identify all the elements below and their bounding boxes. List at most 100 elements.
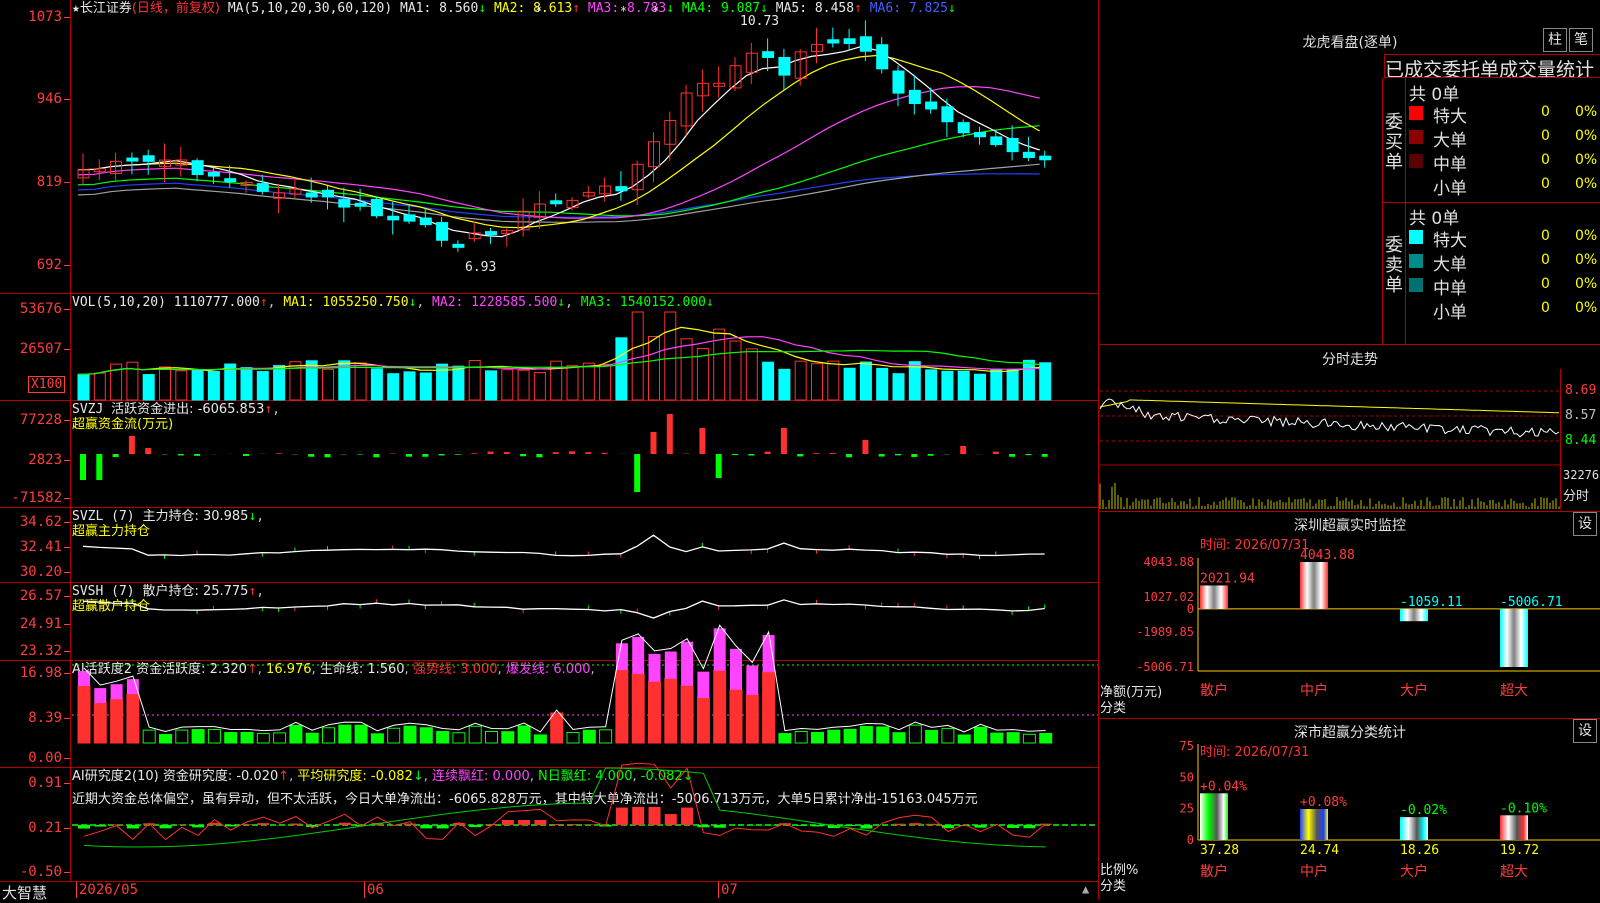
row-value: 0 [1541,228,1550,244]
svzj-y-axis: 77228 2823 -71582 [0,401,71,507]
activity-bar-top [665,652,677,679]
candle-body [257,184,268,192]
activity-bar [746,695,758,743]
activity-bar [860,726,872,743]
research-bar [78,825,90,829]
svzj-chart[interactable] [72,401,1098,507]
flow-bar [80,454,86,480]
activity-bar-top [94,688,106,703]
research-bar [649,807,661,825]
volume-panel[interactable]: 53676 26507 X100 VOL(5,10,20) 1110777.00… [0,294,1098,401]
volume-bar [616,338,627,400]
candle-body [828,40,839,43]
y-tick: 16.98 [0,666,62,680]
row-value: 0 [1541,128,1550,144]
activity-bar [567,733,579,743]
svzl-panel[interactable]: 34.62 32.41 30.20 SVZL (7) 主力持仓: 30.985↓… [0,508,1098,583]
activity-bar [176,730,188,743]
avg-research-line [84,768,1046,847]
intraday-panel[interactable]: 分时走势 8.69 8.57 8.44 32276 分时 [1100,345,1600,512]
category-label: 大户 [1400,682,1428,699]
research-bar [127,825,139,828]
y-tick: 8.57 [1565,408,1596,423]
ai-activity-chart[interactable] [72,661,1098,767]
activity-bar-top [714,628,726,670]
row-label: 大单 [1433,126,1467,151]
candle-body [404,215,415,221]
bar-mode-button[interactable]: 柱 [1543,28,1567,52]
svzl-y-axis: 34.62 32.41 30.20 [0,508,71,582]
flow-bar [194,454,200,456]
activity-bar [600,730,612,743]
flow-bar [308,454,314,457]
activity-bar [958,735,970,743]
bar-value-label: 24.74 [1300,843,1339,858]
candle-body [339,200,350,207]
activity-bar-top [127,679,139,694]
row-percent: 0% [1575,228,1597,244]
hold-line [83,600,1045,618]
net-bar [1200,585,1228,608]
volume-bar [991,370,1002,400]
y-tick: 0 [1187,833,1194,847]
volume-chart[interactable] [72,294,1098,400]
y-tick: 32.41 [0,540,62,554]
intraday-chart[interactable] [1100,369,1560,509]
activity-bar-top [649,654,661,682]
research-bar [616,808,628,825]
activity-bar [208,730,220,743]
net-bar [1500,609,1528,667]
ai2-y-axis: 0.91 0.21 -0.50 [0,768,71,881]
ai-research-panel[interactable]: 0.91 0.21 -0.50 AI研究度2(10) 资金研究度: -0.020… [0,768,1098,882]
bar-value-label: 18.26 [1400,843,1439,858]
lock-icon[interactable]: ▲ [1082,882,1089,896]
row-value: 0 [1541,252,1550,268]
legend-swatch-icon [1409,254,1423,268]
research-bar [486,824,498,825]
ai-activity-panel[interactable]: 16.98 8.39 0.00 AI活跃度2 资金活跃度: 2.320↑, 16… [0,661,1098,768]
research-bar [257,823,269,825]
kline-panel[interactable]: 1073 946 819 692 ★长江证券(日线，前复权) MA(5,10,2… [0,0,1098,294]
activity-bar [388,728,400,743]
vol-unit-badge[interactable]: X100 [28,376,65,393]
activity-bar [371,734,383,743]
svsh-panel[interactable]: 26.57 24.91 23.32 SVSH (7) 散户持仓: 25.775↑… [0,583,1098,661]
volume-bar [942,371,953,400]
price-line [1100,399,1559,437]
svzl-chart[interactable] [72,508,1098,582]
category-label: 散户 [1200,682,1228,699]
tick-mode-button[interactable]: 笔 [1569,28,1593,52]
split-divider[interactable] [1098,0,1099,900]
activity-bar [844,729,856,743]
research-bar [697,825,709,827]
mark-star: * [652,4,659,18]
row-value: 0 [1541,276,1550,292]
bar-value-label: 4043.88 [1300,548,1355,563]
flow-bar [488,452,494,454]
svzj-panel[interactable]: 77228 2823 -71582 SVZJ 活跃资金进出: -6065.853… [0,401,1098,508]
research-bar [534,820,546,825]
volume-bar [893,374,904,400]
activity-bar [502,732,514,743]
research-bar [94,825,106,827]
low-price-label: 6.93 [465,260,496,275]
research-bar [160,825,172,828]
svsh-chart[interactable] [72,583,1098,660]
longhu-row: 中单 0 0% [1407,274,1600,296]
volume-bar [730,341,741,400]
activity-bar [257,734,269,743]
legend-swatch-icon [1409,302,1423,316]
ai-research-chart[interactable] [72,768,1098,881]
x-label: 2026/05 [76,882,138,898]
bar-value-label: 37.28 [1200,843,1239,858]
volume-bar [632,312,643,400]
activity-bar [111,699,123,743]
flow-bar [406,454,412,457]
candle-body [127,158,138,161]
x-axis-bar: 大智慧 2026/05 06 07 ▲ [0,882,1098,900]
volume-bar [975,374,986,400]
y-tick: 692 [0,258,62,272]
candle-body [844,39,855,44]
volume-bar [355,363,366,400]
kline-chart[interactable] [72,0,1098,293]
